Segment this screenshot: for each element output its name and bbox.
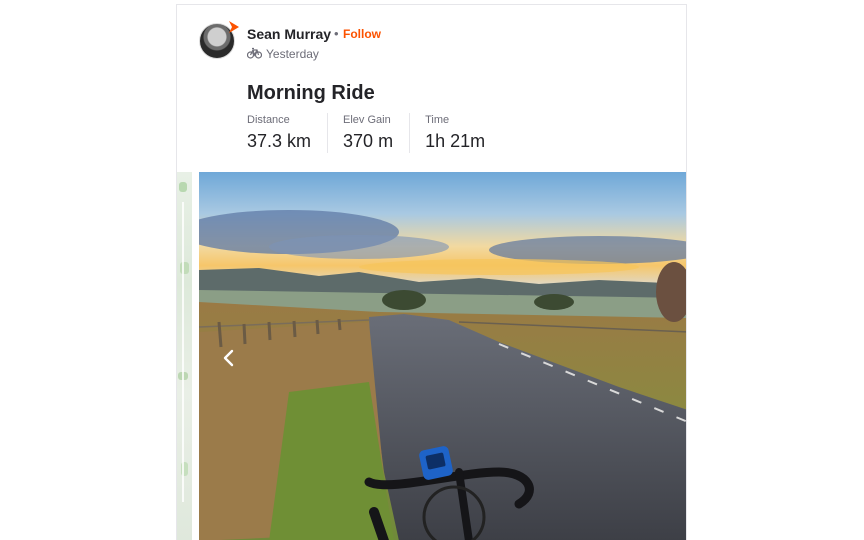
activity-title[interactable]: Morning Ride (247, 82, 375, 105)
stat-label: Elev Gain (343, 114, 391, 126)
bike-icon (247, 47, 262, 59)
stat-label: Distance (247, 114, 290, 126)
stat-distance: Distance 37.3 km (247, 113, 329, 153)
stat-elevation: Elev Gain 370 m (343, 113, 411, 153)
stat-value: 1h 21m (425, 131, 486, 151)
activity-timestamp: Yesterday (266, 47, 319, 61)
follow-button[interactable]: Follow (343, 27, 381, 41)
activity-photo[interactable] (199, 172, 686, 540)
chevron-left-icon[interactable] (219, 343, 239, 373)
separator-dot: • (334, 26, 339, 41)
route-map-thumbnail[interactable] (177, 172, 192, 540)
stat-label: Time (425, 114, 450, 126)
stat-time: Time 1h 21m (425, 113, 501, 153)
activity-stats: Distance 37.3 km Elev Gain 370 m Time 1h… (247, 113, 516, 153)
stat-value: 370 m (343, 131, 394, 151)
subscriber-badge-icon (229, 21, 239, 33)
athlete-name[interactable]: Sean Murray (247, 26, 331, 42)
stat-value: 37.3 km (247, 131, 312, 151)
activity-card: Sean Murray • Follow Yesterday Morning R… (176, 4, 687, 540)
